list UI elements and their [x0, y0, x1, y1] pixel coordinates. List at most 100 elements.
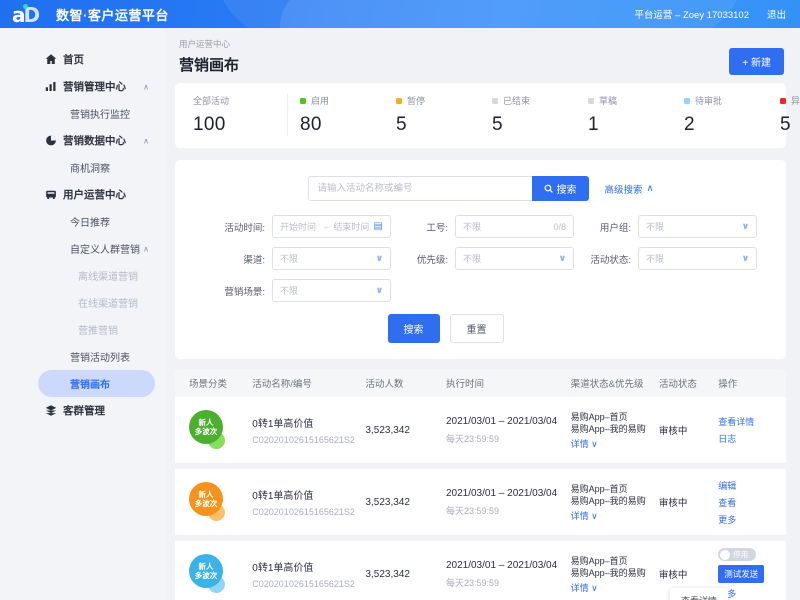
- sidebar-item-2[interactable]: 营销执行监控: [0, 100, 165, 127]
- filter-cell-2-0: 营销场景: 不限 ∨: [215, 279, 391, 302]
- date-start-placeholder: 开始时间: [280, 222, 317, 232]
- sidebar-item-10[interactable]: 营推营销: [0, 316, 165, 343]
- filter-control[interactable]: 不限 ∨: [638, 247, 757, 270]
- stat-head: 暂停: [396, 94, 480, 107]
- filter-search-button[interactable]: 搜索: [387, 314, 440, 343]
- column-header-2: 活动人数: [365, 379, 404, 390]
- chevron-up-icon[interactable]: ∧: [143, 136, 149, 145]
- row-action-1[interactable]: 查看: [718, 496, 736, 509]
- stat-0: 全部活动 100: [193, 94, 288, 136]
- filter-row-0: 活动时间: 开始时间 – 结束时间 ▤ 工号: 不限 0/8 用户组: 不限 ∨: [215, 215, 768, 238]
- test-send-button[interactable]: 测试发送: [718, 565, 765, 583]
- campaign-table: 场景分类 活动名称/编号 活动人数 执行时间 渠道状态&优先级 活动状态 操作 新人 多波次…: [175, 369, 786, 600]
- breadcrumb: 用户运营中心: [179, 39, 231, 49]
- sidebar-item-12[interactable]: 营销画布: [38, 370, 155, 397]
- filter-row-2: 营销场景: 不限 ∨: [215, 279, 768, 302]
- sidebar-item-0[interactable]: 首页: [0, 46, 165, 73]
- brand-logo[interactable]: a D 数智·客户运营平台: [0, 4, 169, 25]
- layers-icon: [44, 404, 57, 417]
- advanced-search-toggle[interactable]: 高级搜索 ∧: [605, 182, 654, 196]
- stat-value: 5: [780, 114, 791, 135]
- channel-detail-link[interactable]: 详情 ∨: [571, 581, 659, 594]
- channel-detail-link[interactable]: 详情 ∨: [571, 437, 659, 450]
- table-row[interactable]: 新人 多波次 0转1单高价值 C02020102615165621S2 3,52…: [175, 469, 786, 541]
- table-row[interactable]: 新人 多波次 0转1单高价值 C02020102615165621S2 3,52…: [175, 397, 786, 469]
- chevron-up-icon[interactable]: ∧: [143, 82, 149, 91]
- stat-head: 草稿: [588, 94, 672, 107]
- sidebar-item-label: 营销执行监控: [70, 110, 130, 121]
- filter-fields: 活动时间: 开始时间 – 结束时间 ▤ 工号: 不限 0/8 用户组: 不限 ∨ 渠道: 不限 ∨ 优先级:…: [193, 215, 768, 302]
- status-cell: 审核中: [658, 426, 688, 437]
- people-count: 3,523,342: [365, 568, 410, 580]
- calendar-icon[interactable]: ▤: [374, 221, 383, 232]
- filter-control[interactable]: 不限 0/8: [455, 215, 574, 238]
- sidebar-item-label: 营推营销: [78, 326, 118, 337]
- badge-line-2: 多波次: [194, 427, 218, 436]
- channel-1: 易购App–首页: [570, 411, 628, 422]
- logout-button[interactable]: 退出: [767, 7, 786, 21]
- sidebar-item-label: 在线渠道营销: [78, 299, 138, 310]
- stat-label: 暂停: [407, 96, 426, 106]
- header-user-label: 平台运营 – Zoey 17033102: [634, 10, 749, 21]
- table-body: 新人 多波次 0转1单高价值 C02020102615165621S2 3,52…: [175, 397, 786, 600]
- sidebar-item-1[interactable]: 营销管理中心 ∧: [0, 73, 165, 100]
- column-header-0: 场景分类: [189, 379, 228, 390]
- search-icon: [544, 184, 553, 193]
- name-cell: 0转1单高价值 C02020102615165621S2: [252, 559, 365, 589]
- filter-control[interactable]: 不限 ∨: [638, 215, 757, 238]
- badge-line-2: 多波次: [194, 499, 218, 508]
- chevron-down-icon[interactable]: ∨: [742, 221, 749, 232]
- search-input[interactable]: [307, 176, 532, 201]
- column-header-3: 执行时间: [445, 379, 484, 390]
- channel-detail-link[interactable]: 详情 ∨: [571, 509, 659, 522]
- filter-control[interactable]: 不限 ∨: [272, 279, 391, 302]
- chevron-up-icon[interactable]: ∧: [143, 244, 149, 253]
- pie-chart-icon: [44, 134, 57, 147]
- sidebar-item-8[interactable]: 离线渠道营销: [0, 262, 165, 289]
- sidebar-item-11[interactable]: 营销活动列表: [0, 343, 165, 370]
- channel-cell: 易购App–首页 易购App–我的易购 详情 ∨: [571, 555, 659, 594]
- sidebar-item-label: 用户运营中心: [63, 189, 126, 201]
- toggle-knob: [720, 549, 731, 560]
- time-range: 2021/03/01 – 2021/03/04: [445, 487, 558, 499]
- status-dot-icon: [300, 97, 306, 104]
- filter-value: 不限: [646, 222, 665, 232]
- channel-2: 易购App–我的易购: [570, 568, 646, 578]
- chevron-down-icon[interactable]: ∨: [742, 253, 749, 264]
- sidebar-item-6[interactable]: 今日推荐: [0, 208, 165, 235]
- header-right: 平台运营 – Zoey 17033102 退出: [634, 7, 800, 21]
- sidebar-item-7[interactable]: 自定义人群营销 ∧: [0, 235, 165, 262]
- channel-cell: 易购App–首页 易购App–我的易购 详情 ∨: [571, 483, 659, 522]
- time-cell: 2021/03/01 – 2021/03/04 每天23:59:59: [446, 488, 571, 517]
- filter-cell-0-0: 活动时间: 开始时间 – 结束时间 ▤: [215, 215, 391, 238]
- filter-label: 活动时间:: [224, 222, 265, 234]
- chevron-down-icon[interactable]: ∨: [559, 253, 566, 264]
- filter-reset-button[interactable]: 重置: [449, 314, 504, 343]
- chevron-down-icon[interactable]: ∨: [376, 253, 383, 264]
- sidebar-item-13[interactable]: 客群管理: [0, 397, 165, 424]
- row-action-0[interactable]: 查看详情: [718, 415, 754, 428]
- channel-2: 易购App–我的易购: [570, 496, 646, 506]
- campaign-code: C02020102615165621S2: [252, 579, 355, 589]
- filter-control[interactable]: 不限 ∨: [455, 247, 574, 270]
- sidebar-item-4[interactable]: 商机洞察: [0, 154, 165, 181]
- filter-cell-1-0: 渠道: 不限 ∨: [215, 247, 391, 270]
- sidebar-item-5[interactable]: 用户运营中心: [0, 181, 165, 208]
- search-button-label: 搜索: [556, 185, 577, 196]
- row-action-2[interactable]: 更多: [718, 513, 736, 526]
- filter-control[interactable]: 不限 ∨: [272, 247, 391, 270]
- enable-toggle[interactable]: 停用: [718, 548, 757, 561]
- row-action-0[interactable]: 编辑: [718, 479, 736, 492]
- search-button[interactable]: 搜索: [531, 176, 589, 201]
- campaign-code: C02020102615165621S2: [252, 435, 355, 445]
- sidebar-item-9[interactable]: 在线渠道营销: [0, 289, 165, 316]
- row-action-1[interactable]: 日志: [718, 432, 736, 445]
- filter-control[interactable]: 开始时间 – 结束时间 ▤: [272, 215, 391, 238]
- chevron-down-icon[interactable]: ∨: [376, 285, 383, 296]
- sidebar-item-label: 营销活动列表: [70, 353, 130, 364]
- page-header: 用户运营中心 营销画布 + 新建: [175, 38, 786, 83]
- sidebar-item-3[interactable]: 营销数据中心 ∧: [0, 127, 165, 154]
- create-button[interactable]: + 新建: [729, 48, 784, 75]
- filter-label: 工号:: [426, 222, 448, 234]
- stat-5: 待审批 2: [672, 94, 768, 136]
